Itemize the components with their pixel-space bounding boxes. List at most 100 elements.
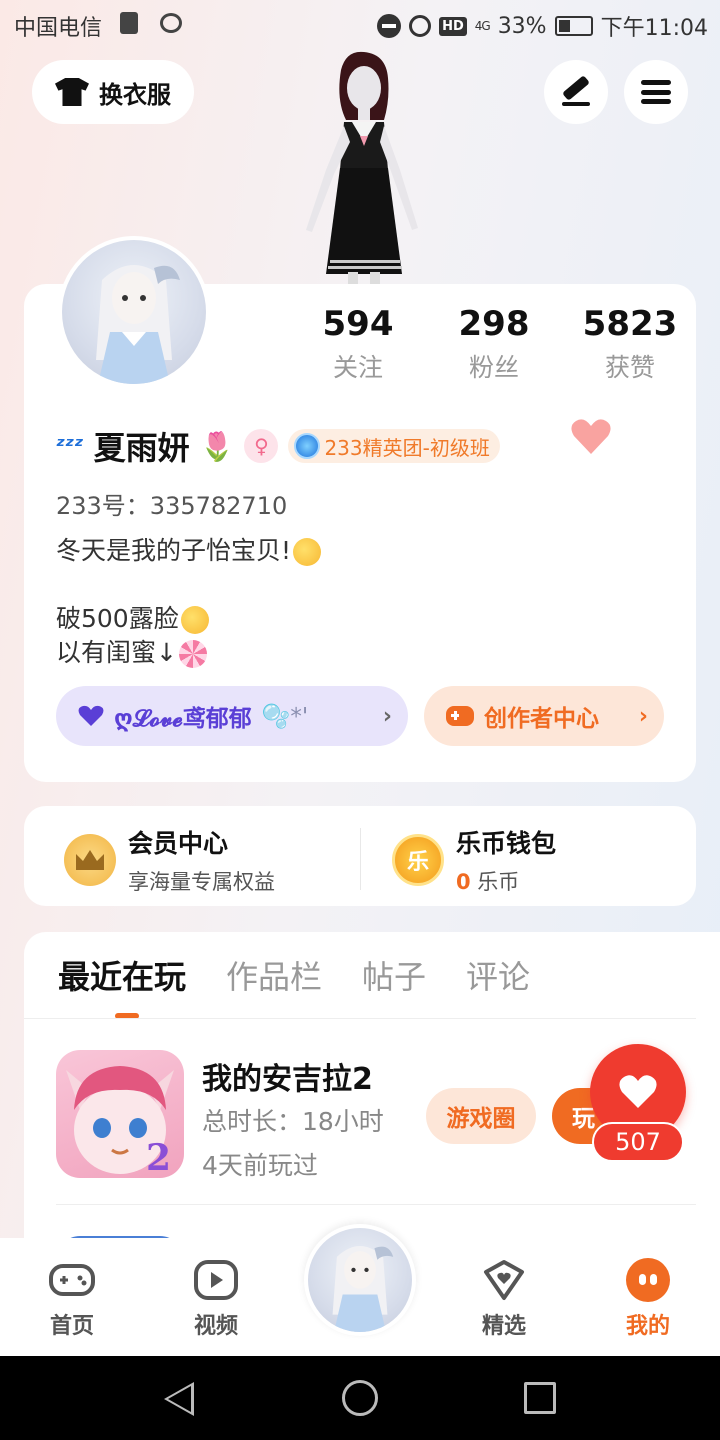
user-id: 233号：335782710 [56, 492, 288, 520]
kiss-emoji-icon [293, 538, 322, 566]
carrier-name: 中国电信 [14, 16, 103, 41]
gender-female-icon: ♀ [244, 429, 279, 463]
lollipop-emoji-icon [178, 640, 207, 668]
stat-following[interactable]: 594 关注 [290, 304, 426, 384]
nav-label: 视频 [193, 1314, 238, 1339]
clock: 下午11:04 [600, 16, 708, 41]
bio-line: 破500露脸 [56, 602, 576, 636]
signal-icon: 4G [474, 19, 491, 33]
change-outfit-label: 换衣服 [99, 80, 171, 109]
heart-icon [619, 1075, 657, 1108]
vip-center-button[interactable]: 会员中心 享海量专属权益 [64, 824, 275, 896]
crown-icon [64, 834, 116, 886]
stat-label: 粉丝 [468, 353, 519, 382]
hotspot-icon [160, 13, 182, 33]
bio-line: 以有闺蜜↓ [56, 636, 576, 670]
stat-value: 594 [322, 304, 394, 344]
gem-icon [294, 433, 321, 459]
smile-emoji-icon [180, 606, 209, 634]
recent-apps-icon[interactable] [524, 1382, 556, 1414]
avatar-illustration [332, 1246, 394, 1332]
nav-video[interactable]: 视频 [166, 1258, 266, 1340]
divider [360, 828, 361, 890]
bio-line: 冬天是我的子怡宝贝! [56, 534, 576, 568]
gamepad-icon [48, 1258, 96, 1302]
nav-mine[interactable]: 我的 [598, 1258, 698, 1340]
tab-comments[interactable]: 评论 [466, 952, 530, 998]
do-not-disturb-icon [377, 14, 402, 38]
avatar-illustration [96, 265, 180, 384]
divider [24, 1018, 696, 1019]
profile-stats: 594 关注 298 粉丝 5823 获赞 [290, 304, 700, 384]
love-chip-label: ღ𝓛𝓸𝓿𝓮鸢郁郁 [114, 706, 252, 732]
shirt-icon [55, 78, 89, 106]
status-bar: 中国电信 HD 4G 33% 下午11:04 [0, 0, 720, 50]
group-badge[interactable]: 233精英团-初级班 [288, 429, 500, 463]
nav-label: 精选 [481, 1314, 526, 1339]
center-avatar-button[interactable] [304, 1224, 416, 1336]
battery-percent: 33% [497, 13, 547, 39]
user-name: 夏雨妍 [93, 429, 190, 467]
alarm-icon [409, 15, 432, 37]
tab-bar: 最近在玩 作品栏 帖子 评论 [58, 952, 530, 998]
creator-center-chip[interactable]: 创作者中心 › [424, 686, 664, 746]
game-duration: 总时长：18小时 [202, 1107, 384, 1136]
tulip-icon: 🌷 [199, 429, 235, 463]
stat-label: 获赞 [604, 353, 655, 382]
hamburger-icon [641, 80, 671, 104]
tab-recent-played[interactable]: 最近在玩 [58, 952, 186, 998]
edit-profile-button[interactable] [544, 60, 608, 124]
coin-balance: 0 乐币 [456, 870, 520, 894]
game-last-played: 4天前玩过 [202, 1151, 318, 1180]
vip-subtitle: 享海量专属权益 [128, 870, 275, 894]
stat-followers[interactable]: 298 粉丝 [426, 304, 562, 384]
sd-card-icon [120, 12, 138, 34]
stat-label: 关注 [332, 353, 383, 382]
menu-button[interactable] [624, 60, 688, 124]
pen-icon [562, 75, 590, 101]
coin-wallet-title: 乐币钱包 [456, 829, 557, 858]
group-badge-label: 233精英团-初级班 [324, 435, 490, 460]
heart-icon[interactable] [570, 418, 612, 456]
bio: 冬天是我的子怡宝贝! 破500露脸 以有闺蜜↓ [56, 534, 576, 670]
nav-picks[interactable]: 精选 [454, 1258, 554, 1340]
love-chip-suffix: 🫧*' [261, 703, 309, 730]
name-row: ᶻᶻᶻ 夏雨妍 🌷 ♀ 233精英团-初级班 [56, 424, 500, 468]
bio-line [56, 568, 576, 602]
chevron-right-icon: › [382, 703, 392, 729]
battery-icon [554, 16, 593, 36]
system-nav-bar [0, 1356, 720, 1440]
divider [56, 1204, 696, 1205]
game-icon[interactable]: 2 [56, 1050, 184, 1178]
coin-icon: 乐 [392, 834, 444, 886]
vip-title: 会员中心 [128, 829, 229, 858]
angela-icon: 2 [66, 1066, 174, 1178]
purple-heart-icon [78, 705, 104, 726]
nav-label: 首页 [49, 1314, 94, 1339]
love-relation-chip[interactable]: ღ𝓛𝓸𝓿𝓮鸢郁郁 🫧*' › [56, 686, 408, 746]
hd-icon: HD [439, 16, 467, 36]
nav-home[interactable]: 首页 [22, 1258, 122, 1340]
zzz-icon: ᶻᶻᶻ [56, 433, 84, 459]
stat-likes[interactable]: 5823 获赞 [562, 304, 698, 384]
game-title: 我的安吉拉2 [202, 1062, 373, 1097]
home-icon[interactable] [342, 1380, 378, 1416]
stat-value: 5823 [582, 304, 678, 344]
heart-shield-icon [480, 1258, 528, 1302]
tab-works[interactable]: 作品栏 [226, 952, 322, 998]
like-count: 507 [592, 1122, 684, 1162]
game-circle-button[interactable]: 游戏圈 [426, 1088, 536, 1144]
coin-wallet-button[interactable]: 乐 乐币钱包 0 乐币 [392, 824, 556, 896]
stat-value: 298 [458, 304, 530, 344]
gamepad-icon [446, 706, 474, 726]
change-outfit-button[interactable]: 换衣服 [32, 60, 194, 124]
wallet-card: 会员中心 享海量专属权益 乐 乐币钱包 0 乐币 [24, 806, 696, 906]
play-icon [192, 1258, 240, 1302]
tab-posts[interactable]: 帖子 [362, 952, 426, 998]
svg-text:2: 2 [146, 1137, 171, 1178]
avatar-character[interactable] [296, 50, 426, 285]
face-icon [624, 1258, 672, 1302]
chevron-right-icon: › [638, 703, 648, 729]
profile-avatar[interactable] [58, 236, 210, 388]
creator-chip-label: 创作者中心 [484, 706, 599, 732]
